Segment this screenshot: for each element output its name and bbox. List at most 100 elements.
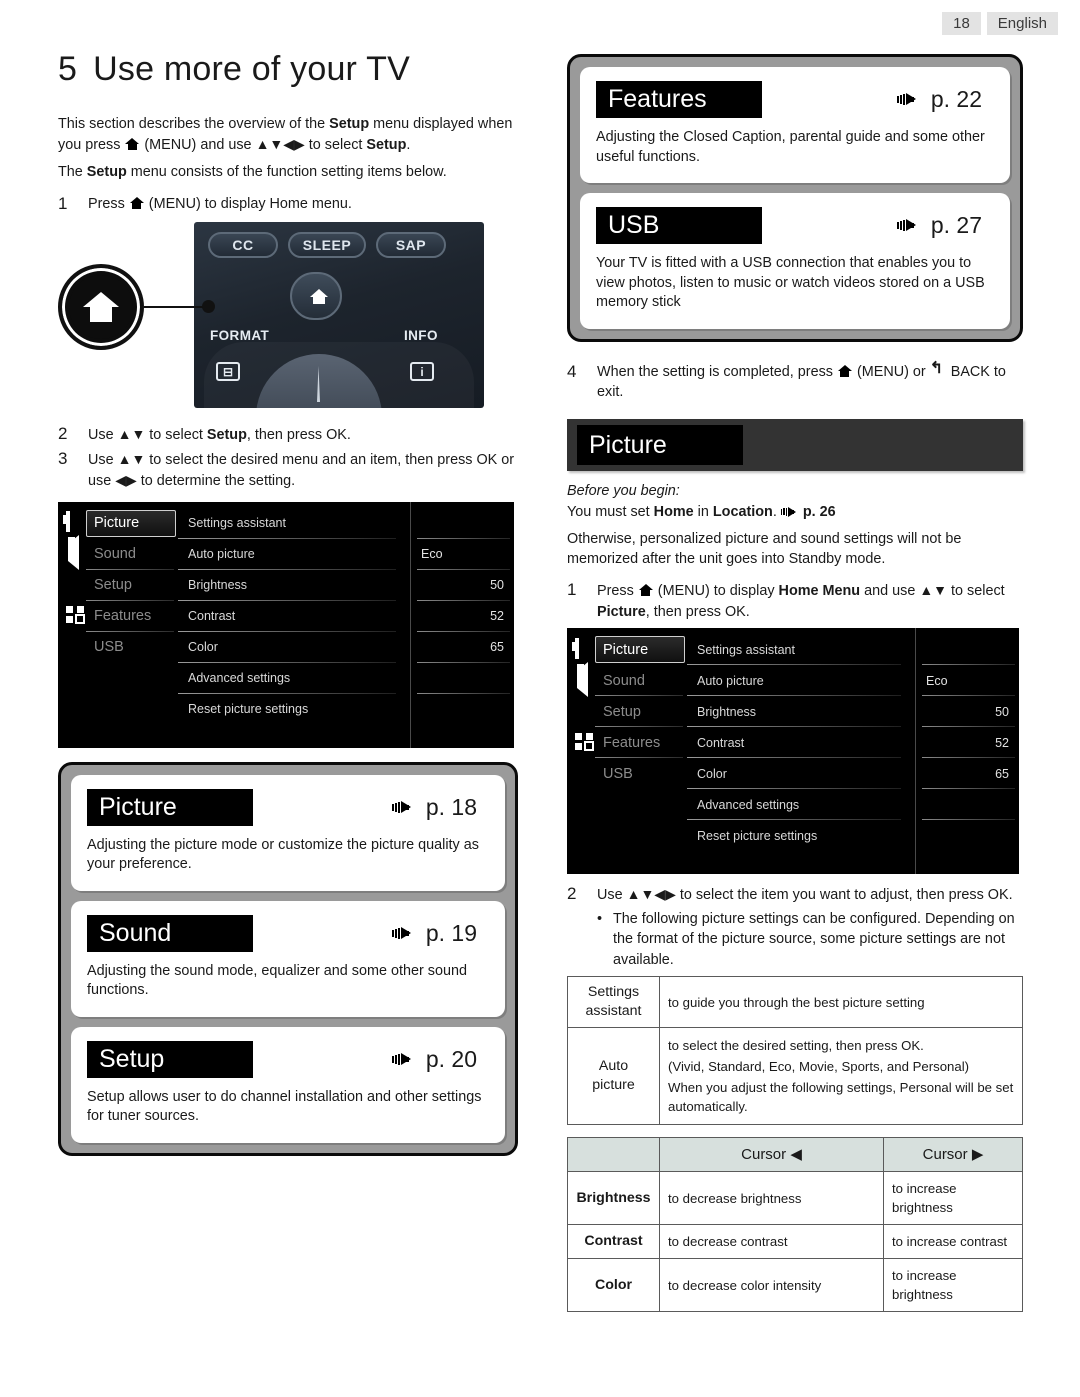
osd-sidebar-item-sound[interactable]: Sound	[569, 661, 687, 697]
picture-step-1: 1 Press (MENU) to display Home Menu and …	[567, 580, 1023, 622]
p-step-1a: Press	[597, 583, 638, 599]
row-key: Color	[567, 1258, 660, 1312]
osd-sidebar-item-features[interactable]: Features	[60, 601, 178, 632]
osd-row[interactable]: Auto picture	[178, 539, 410, 570]
format-icon: ⊟	[216, 362, 240, 381]
osd-sidebar-item-usb[interactable]: USB	[569, 758, 687, 789]
osd-value	[411, 694, 514, 725]
step-4-number: 4	[567, 361, 577, 381]
step-2c: Setup	[206, 427, 247, 443]
osd-sidebar-item-features[interactable]: Features	[569, 727, 687, 758]
p-step-1d: and use	[860, 583, 920, 599]
osd-label: Setup	[94, 577, 132, 593]
p-step-1e: to select	[947, 583, 1005, 599]
osd-value: 65	[411, 632, 514, 663]
intro-1f: Setup	[366, 136, 407, 153]
page-reference[interactable]: p. 27	[896, 212, 994, 239]
row-right: to increase brightness	[883, 1258, 1023, 1312]
picture-step-1-number: 1	[567, 580, 577, 599]
osd-row[interactable]: Brightness	[178, 570, 410, 601]
osd-value-list: Eco 50 52 65	[410, 501, 514, 748]
osd-sidebar-item-picture[interactable]: Picture	[569, 634, 687, 665]
callout-leader-line	[144, 306, 206, 308]
osd-sidebar-item-sound[interactable]: Sound	[60, 535, 178, 570]
step-2-text: Use ▲▼ to select Setup, then press OK.	[88, 424, 518, 446]
step-2a: Use	[88, 427, 118, 443]
tv-osd-screenshot-1: Picture Sound Setup Features USB Setting…	[58, 501, 514, 748]
osd-value: 52	[916, 727, 1019, 758]
intro-paragraph-1: This section describes the overview of t…	[58, 116, 513, 153]
overview-card-picture: Picture p. 18 Adjusting the picture mode…	[71, 774, 505, 891]
updown-icons: ▲▼	[117, 426, 146, 442]
right-column: Features p. 22 Adjusting the Closed Capt…	[567, 50, 1023, 1312]
before-you-begin-line-1: You must set Home in Location. p. 26	[567, 503, 1023, 523]
table-row: Color to decrease color intensity to inc…	[567, 1258, 1023, 1312]
left-column: 5 Use more of your TV This section descri…	[58, 50, 518, 1156]
usb-icon	[575, 764, 595, 784]
osd-row[interactable]: Advanced settings	[687, 789, 915, 820]
osd-value	[411, 663, 514, 694]
remote-sleep-button: SLEEP	[288, 232, 366, 258]
osd-row[interactable]: Reset picture settings	[178, 694, 410, 725]
remote-body: CC SLEEP SAP FORMAT INFO ⊟ i	[194, 222, 484, 408]
picture-step-2: 2 Use ▲▼◀▶ to select the item you want t…	[567, 884, 1023, 906]
card-description: Adjusting the Closed Caption, parental g…	[596, 129, 985, 165]
row-value: to guide you through the best picture se…	[659, 976, 1023, 1028]
dpad-icons: ▲▼◀▶	[255, 135, 305, 152]
arrow-right-icon	[391, 1052, 418, 1066]
card-header: Sound p. 19	[87, 914, 489, 952]
page-ref-text: p. 18	[425, 793, 477, 820]
remote-sap-button: SAP	[376, 232, 446, 258]
osd-row[interactable]: Auto picture	[687, 665, 915, 696]
leftright-icons: ◀▶	[115, 472, 137, 488]
before-1e: .	[772, 503, 781, 520]
card-description: Setup allows user to do channel installa…	[87, 1088, 482, 1125]
osd-row[interactable]: Contrast	[178, 601, 410, 632]
page-ref-text: p. 19	[425, 919, 477, 946]
step-2b: to select	[145, 427, 207, 443]
osd-sidebar-item-usb[interactable]: USB	[60, 632, 178, 663]
osd-row[interactable]: Settings assistant	[687, 634, 915, 665]
step-1-text: Press (MENU) to display Home menu.	[88, 194, 518, 215]
home-icon	[129, 196, 144, 209]
card-header: Features p. 22	[596, 81, 994, 118]
page-reference[interactable]: p. 19	[391, 919, 489, 947]
page-reference[interactable]: p. 20	[391, 1046, 489, 1073]
osd-row[interactable]: Contrast	[687, 727, 915, 758]
osd-label: USB	[94, 639, 124, 655]
row-value: to select the desired setting, then pres…	[659, 1027, 1023, 1125]
picture-step-2-number: 2	[567, 884, 577, 903]
info-icon: i	[410, 362, 434, 381]
step-1: 1 Press (MENU) to display Home menu.	[58, 194, 518, 215]
gear-icon	[66, 575, 86, 595]
header-blank	[567, 1137, 660, 1172]
osd-row[interactable]: Color	[178, 632, 410, 663]
osd-sidebar-item-setup[interactable]: Setup	[569, 696, 687, 727]
bullet-marker: •	[597, 910, 603, 927]
osd-value	[916, 820, 1019, 851]
page-reference[interactable]: p. 22	[896, 86, 994, 113]
osd-sidebar-item-setup[interactable]: Setup	[60, 570, 178, 601]
osd-row[interactable]: Brightness	[687, 696, 915, 727]
chapter-title: Use more of your TV	[93, 50, 410, 88]
page-reference[interactable]: p. 18	[391, 793, 489, 821]
osd-sidebar-item-picture[interactable]: Picture	[60, 508, 178, 539]
p-step-1g: , then press OK.	[645, 603, 750, 620]
osd-row[interactable]: Settings assistant	[178, 508, 410, 539]
table-row: Auto picture to select the desired setti…	[567, 1027, 1023, 1125]
card-title: USB	[596, 207, 762, 244]
arrow-right-icon	[896, 219, 923, 232]
row-key: Contrast	[567, 1224, 660, 1259]
overview-card-features: Features p. 22 Adjusting the Closed Capt…	[580, 67, 1010, 183]
chapter-number: 5	[58, 50, 78, 88]
intro-2c: menu consists of the function setting it…	[126, 164, 447, 180]
osd-row[interactable]: Color	[687, 758, 915, 789]
osd-row[interactable]: Reset picture settings	[687, 820, 915, 851]
p-step-1f: Picture	[597, 603, 646, 620]
gear-icon	[575, 702, 595, 722]
step-4a: When the setting is completed, press	[597, 363, 837, 380]
before-1f[interactable]: p. 26	[803, 504, 836, 520]
osd-row[interactable]: Advanced settings	[178, 663, 410, 694]
osd-item-list: Settings assistant Auto picture Brightne…	[687, 628, 915, 874]
osd-label: Features	[94, 608, 152, 624]
